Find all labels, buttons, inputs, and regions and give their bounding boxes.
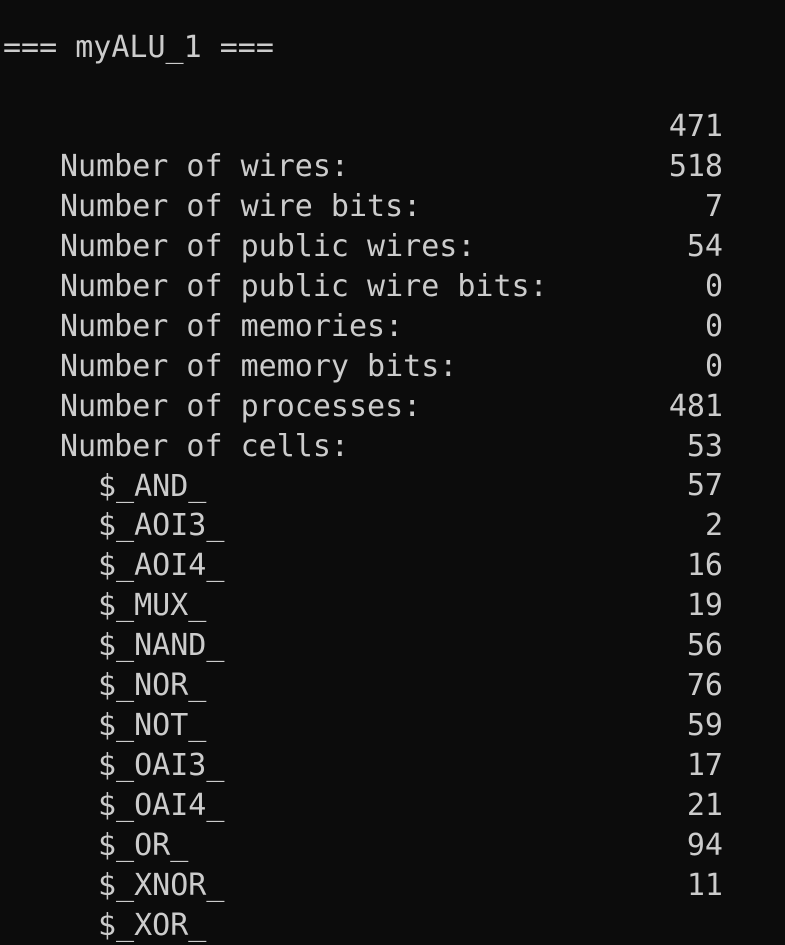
stat-label: Number of public wires: <box>60 229 476 264</box>
cell-count: 53 <box>686 429 723 464</box>
stat-row: Number of wires: <box>0 107 349 184</box>
stat-label: Number of processes: <box>60 389 422 424</box>
stat-label: Number of cells: <box>60 429 349 464</box>
stat-row: Number of memory bits: <box>0 307 457 384</box>
stat-value: 0 <box>704 309 723 344</box>
module-title: === myALU_1 === <box>3 30 274 65</box>
stat-row: Number of public wire bits: <box>0 227 548 304</box>
stat-value: 0 <box>704 349 723 384</box>
stat-row: Number of memories: <box>0 267 403 344</box>
cell-type-label: $_OAI3_ <box>98 748 225 783</box>
stat-value: 7 <box>704 189 723 224</box>
cell-type-label: $_AOI4_ <box>98 548 225 583</box>
cell-count: 94 <box>686 828 723 863</box>
cell-type-label: $_AOI3_ <box>98 508 225 543</box>
cell-count: 56 <box>686 628 723 663</box>
cell-count: 16 <box>686 548 723 583</box>
stat-label: Number of wire bits: <box>60 189 422 224</box>
cell-count: 17 <box>686 748 723 783</box>
stat-label: Number of public wire bits: <box>60 269 548 304</box>
cell-count: 76 <box>686 668 723 703</box>
cell-count: 21 <box>686 788 723 823</box>
terminal-window[interactable]: === myALU_1 === Number of wires: 471 Num… <box>0 0 785 945</box>
cell-row: $_OAI4_ <box>0 746 224 823</box>
cell-type-label: $_OAI4_ <box>98 788 225 823</box>
stat-label: Number of memory bits: <box>60 349 458 384</box>
stat-value: 481 <box>668 389 723 424</box>
stat-value: 471 <box>668 109 723 144</box>
cell-row: $_XNOR_ <box>0 826 224 903</box>
cell-type-label: $_XNOR_ <box>98 868 225 903</box>
cell-row: $_NOT_ <box>0 666 206 743</box>
cell-count: 19 <box>686 588 723 623</box>
cell-row: $_OR_ <box>0 786 188 863</box>
cell-row: $_NAND_ <box>0 586 224 663</box>
stat-value: 0 <box>704 269 723 304</box>
stat-row: Number of public wires: <box>0 187 475 264</box>
stat-label: Number of memories: <box>60 309 404 344</box>
cell-row: $_XOR_ <box>0 866 206 943</box>
cell-row: $_OAI3_ <box>0 706 224 783</box>
cell-row: $_AOI3_ <box>0 466 224 543</box>
cell-row: $_AOI4_ <box>0 506 224 583</box>
cell-count: 11 <box>686 868 723 903</box>
cell-type-label: $_XOR_ <box>98 908 207 943</box>
cell-type-label: $_NOT_ <box>98 708 207 743</box>
cell-count: 2 <box>704 508 723 543</box>
cell-count: 57 <box>686 468 723 503</box>
stat-value: 518 <box>668 149 723 184</box>
cell-row: $_MUX_ <box>0 546 206 623</box>
cell-row: $_NOR_ <box>0 626 206 703</box>
stat-row: Number of wire bits: <box>0 147 421 224</box>
cell-type-label: $_OR_ <box>98 828 189 863</box>
cell-type-label: $_NOR_ <box>98 668 207 703</box>
cell-type-label: $_NAND_ <box>98 628 225 663</box>
stat-value: 54 <box>686 229 723 264</box>
cell-count: 59 <box>686 708 723 743</box>
stat-row: Number of cells: <box>0 387 349 464</box>
cell-type-label: $_MUX_ <box>98 588 207 623</box>
cell-row: $_AND_ <box>0 427 206 504</box>
stat-label: Number of wires: <box>60 149 349 184</box>
cell-type-label: $_AND_ <box>98 469 207 504</box>
stat-row: Number of processes: <box>0 347 421 424</box>
